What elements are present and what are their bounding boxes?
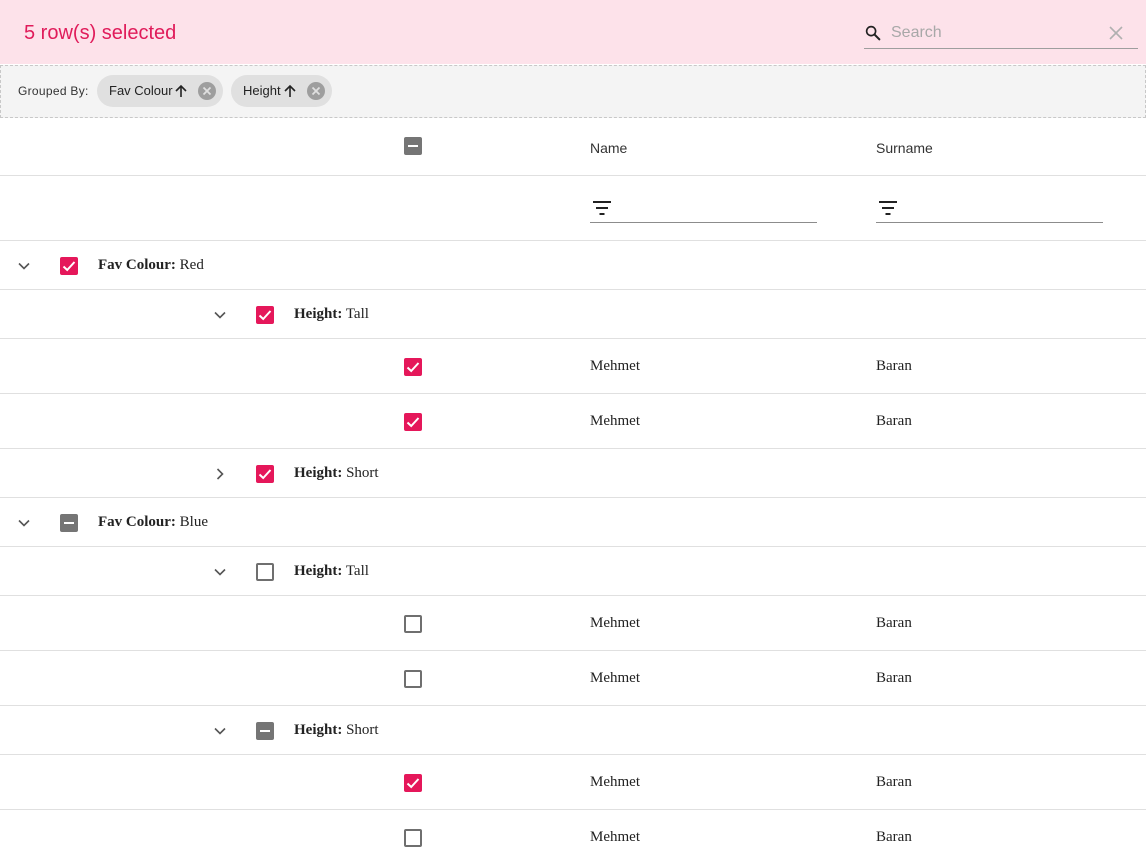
row-checkbox[interactable] [404,773,422,792]
table-row[interactable] [0,394,1146,449]
surname-cell: Baran [876,614,912,631]
group-chip-label: Height [243,83,281,98]
surname-cell: Baran [876,412,912,429]
name-cell: Mehmet [590,412,640,429]
table-row[interactable] [0,651,1146,706]
group-row[interactable] [0,706,1146,755]
selection-count-title: 5 row(s) selected [24,22,177,44]
chevron-right-icon[interactable] [213,467,227,481]
search-field[interactable] [864,20,1138,49]
group-row-label: Height: Short [294,465,379,482]
row-checkbox[interactable] [404,669,422,688]
filter-icon [593,201,611,215]
name-cell: Mehmet [590,669,640,686]
surname-cell: Baran [876,357,912,374]
group-row-label: Height: Short [294,722,379,739]
group-field-label: Fav Colour: [98,256,176,273]
divider [0,175,1146,176]
group-row-checkbox[interactable] [256,464,274,483]
group-field-label: Height: [294,721,343,738]
surname-cell: Baran [876,773,912,790]
name-filter-field[interactable] [590,195,817,223]
surname-cell: Baran [876,669,912,686]
group-value-label: Red [179,256,204,273]
clear-search-icon[interactable] [1109,26,1123,40]
name-cell: Mehmet [590,614,640,631]
group-row-label: Fav Colour: Blue [98,514,208,531]
search-icon [865,25,881,41]
group-value-label: Short [346,464,379,481]
row-checkbox[interactable] [404,614,422,633]
column-header-name[interactable]: Name [590,140,627,156]
chevron-down-icon[interactable] [213,724,227,738]
group-row-checkbox[interactable] [256,562,274,581]
group-field-label: Height: [294,562,343,579]
remove-group-icon[interactable] [198,82,216,100]
chevron-down-icon[interactable] [17,259,31,273]
group-value-label: Blue [179,513,209,530]
table-row[interactable] [0,339,1146,394]
group-field-label: Fav Colour: [98,513,176,530]
column-header-surname[interactable]: Surname [876,140,933,156]
group-row-checkbox[interactable] [60,513,78,532]
group-field-label: Height: [294,305,343,322]
row-checkbox[interactable] [404,828,422,847]
group-row[interactable] [0,547,1146,596]
surname-filter-field[interactable] [876,195,1103,223]
group-chip-height[interactable]: Height [231,75,332,107]
row-checkbox[interactable] [404,357,422,376]
row-checkbox[interactable] [404,412,422,431]
group-row-label: Fav Colour: Red [98,257,204,274]
name-cell: Mehmet [590,773,640,790]
arrow-up-icon[interactable] [175,84,187,98]
group-row-checkbox[interactable] [60,256,78,275]
group-row-checkbox[interactable] [256,305,274,324]
filter-icon [879,201,897,215]
name-cell: Mehmet [590,357,640,374]
select-all-checkbox[interactable] [404,137,422,155]
group-by-bar[interactable]: Grouped By: Fav Colour Height [0,65,1146,118]
group-field-label: Height: [294,464,343,481]
group-row-label: Height: Tall [294,306,369,323]
group-row[interactable] [0,449,1146,498]
group-row[interactable] [0,290,1146,339]
group-value-label: Tall [345,305,369,322]
group-value-label: Short [346,721,379,738]
group-row-label: Height: Tall [294,563,369,580]
table-row[interactable] [0,596,1146,651]
surname-cell: Baran [876,828,912,845]
chevron-down-icon[interactable] [213,308,227,322]
grouped-by-label: Grouped By: [18,84,89,98]
chevron-down-icon[interactable] [213,565,227,579]
selection-toolbar: 5 row(s) selected [0,0,1146,64]
arrow-up-icon[interactable] [284,84,296,98]
chevron-down-icon[interactable] [17,516,31,530]
group-chip-label: Fav Colour [109,83,173,98]
group-row-checkbox[interactable] [256,721,274,740]
remove-group-icon[interactable] [307,82,325,100]
group-value-label: Tall [345,562,369,579]
table-row[interactable] [0,810,1146,865]
name-cell: Mehmet [590,828,640,845]
group-chip-fav-colour[interactable]: Fav Colour [97,75,223,107]
search-input[interactable] [891,22,1111,44]
table-row[interactable] [0,755,1146,810]
